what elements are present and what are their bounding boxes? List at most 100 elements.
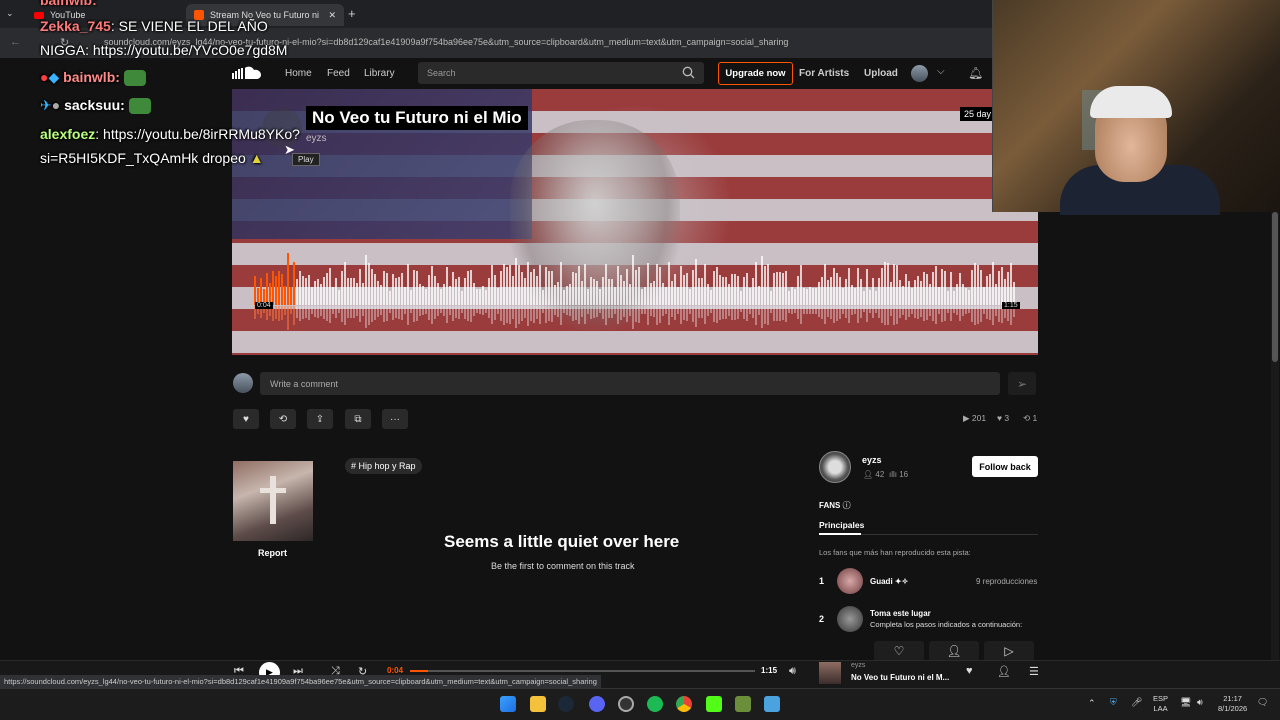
track-artist[interactable]: eyzs (306, 133, 327, 144)
search-input[interactable]: Search (418, 62, 704, 84)
waveform-bar (743, 277, 745, 306)
waveform-bar-reflection (848, 306, 850, 323)
search-icon[interactable] (682, 66, 695, 84)
waveform-bar (563, 290, 565, 306)
chat-message: NIGGA: https://youtu.be/YVcO0e7gd8M (40, 42, 287, 58)
waveform-bar-reflection (770, 306, 772, 313)
follow-back-button[interactable]: Follow back (972, 456, 1038, 477)
kick-icon[interactable] (706, 696, 722, 712)
new-tab-button[interactable]: + (348, 6, 356, 21)
send-comment-icon[interactable]: ➢ (1008, 372, 1036, 395)
clock[interactable]: 21:17 8/1/2026 (1218, 694, 1247, 714)
waveform-bar (887, 263, 889, 306)
for-artists-link[interactable]: For Artists (799, 68, 849, 79)
likes-stat[interactable]: ♥ 3 (997, 413, 1009, 423)
nav-feed[interactable]: Feed (327, 68, 350, 79)
language-indicator[interactable]: ESP LAA (1153, 694, 1168, 714)
more-button[interactable]: ··· (382, 409, 408, 429)
progress-bar[interactable] (410, 670, 755, 672)
report-link[interactable]: Report (258, 548, 287, 558)
tab-menu-icon[interactable]: ⌄ (6, 8, 14, 19)
waveform-current-time: 0:04 (255, 302, 273, 309)
back-icon[interactable]: ← (10, 36, 21, 48)
speaker-icon[interactable]: 🔊︎ (1197, 697, 1203, 707)
like-icon[interactable]: ♥ (966, 665, 973, 677)
tab-close-icon[interactable]: ✕ (328, 10, 336, 21)
windows-start-icon[interactable] (500, 696, 516, 712)
obs-icon[interactable] (618, 696, 634, 712)
followers-stat[interactable]: 👤︎ 42 (863, 470, 884, 479)
waveform-bar-reflection (491, 306, 493, 325)
queue-icon[interactable]: ☰ (1029, 665, 1039, 678)
waveform-bar (689, 288, 691, 306)
waveform-bar-reflection (617, 306, 619, 324)
notepad-icon[interactable] (764, 696, 780, 712)
tracks-stat[interactable]: ıllı 16 (889, 470, 908, 479)
copy-link-button[interactable]: ⧉ (345, 409, 371, 429)
file-explorer-icon[interactable] (530, 696, 546, 712)
spotify-icon[interactable] (647, 696, 663, 712)
follow-action-button[interactable]: 👤︎ (929, 641, 979, 661)
waveform-bar (776, 272, 778, 306)
mic-icon[interactable]: 🎤︎ (1131, 697, 1142, 707)
discord-icon[interactable] (589, 696, 605, 712)
play-action-button[interactable]: ▷ (984, 641, 1034, 661)
waveform-bar-reflection (839, 306, 841, 319)
waveform-bar-reflection (479, 306, 481, 314)
waveform-bar-reflection (560, 306, 562, 326)
network-icon[interactable]: 🖥︎ (1180, 697, 1191, 707)
waveform-bar (740, 291, 742, 306)
security-icon[interactable]: ⛨ (1110, 697, 1117, 707)
chat-message: ●◆ bainwlb: (40, 69, 146, 87)
tray-chevron-icon[interactable]: ⌃ (1088, 698, 1096, 708)
waveform-bar-reflection (512, 306, 514, 320)
waveform-bar-reflection (290, 306, 292, 315)
waveform-bar-reflection (695, 306, 697, 328)
comment-input[interactable]: Write a comment (260, 372, 1000, 395)
follow-icon[interactable]: 👤︎ (997, 665, 1011, 678)
waveform-bar-reflection (503, 306, 505, 325)
user-avatar[interactable] (911, 65, 928, 82)
chevron-down-icon[interactable]: ⌵ (937, 66, 945, 77)
waveform-bar-reflection (917, 306, 919, 320)
chrome-icon[interactable] (676, 696, 692, 712)
now-playing-artist[interactable]: eyzs (851, 662, 865, 669)
waveform-bar (725, 276, 727, 306)
fan-name[interactable]: Guadi ✦✧ (870, 577, 908, 586)
reposts-stat[interactable]: ⟲ 1 (1023, 413, 1037, 424)
artist-avatar[interactable] (819, 451, 851, 483)
notifications-icon[interactable]: 🗨︎ (1257, 697, 1268, 707)
minecraft-icon[interactable] (735, 696, 751, 712)
heart-action-button[interactable]: ♡ (874, 641, 924, 661)
waveform-bar-reflection (971, 306, 973, 322)
steam-icon[interactable] (558, 696, 574, 712)
share-button[interactable]: ⇪ (307, 409, 333, 429)
soundcloud-logo-icon[interactable] (232, 66, 264, 80)
waveform-bar-reflection (797, 306, 799, 320)
waveform-bar (491, 264, 493, 306)
volume-icon[interactable]: 🔊︎ (789, 665, 796, 678)
nav-home[interactable]: Home (285, 68, 312, 79)
now-playing-artwork[interactable] (819, 662, 841, 684)
info-icon[interactable]: ⓘ (843, 501, 851, 510)
now-playing-title[interactable]: No Veo tu Futuro ni el M... (851, 673, 949, 682)
waveform[interactable] (254, 252, 1016, 334)
waveform-bar-reflection (308, 306, 310, 320)
tab-principales[interactable]: Principales (819, 520, 864, 530)
fan-avatar[interactable] (837, 568, 863, 594)
scrollbar-thumb[interactable] (1272, 212, 1278, 362)
waveform-bar (449, 286, 451, 306)
nav-library[interactable]: Library (364, 68, 395, 79)
like-button[interactable]: ♥ (233, 409, 259, 429)
waveform-bar (941, 268, 943, 306)
repost-button[interactable]: ⟲ (270, 409, 296, 429)
waveform-bar-reflection (800, 306, 802, 325)
waveform-bar-reflection (728, 306, 730, 316)
waveform-bar (683, 275, 685, 306)
genre-tag[interactable]: # Hip hop y Rap (345, 458, 422, 474)
upgrade-button[interactable]: Upgrade now (718, 62, 793, 85)
waveform-bar-reflection (380, 306, 382, 316)
notification-bell-icon[interactable]: 🔔︎ (968, 66, 983, 80)
upload-link[interactable]: Upload (864, 68, 898, 79)
artist-name[interactable]: eyzs (862, 455, 882, 465)
